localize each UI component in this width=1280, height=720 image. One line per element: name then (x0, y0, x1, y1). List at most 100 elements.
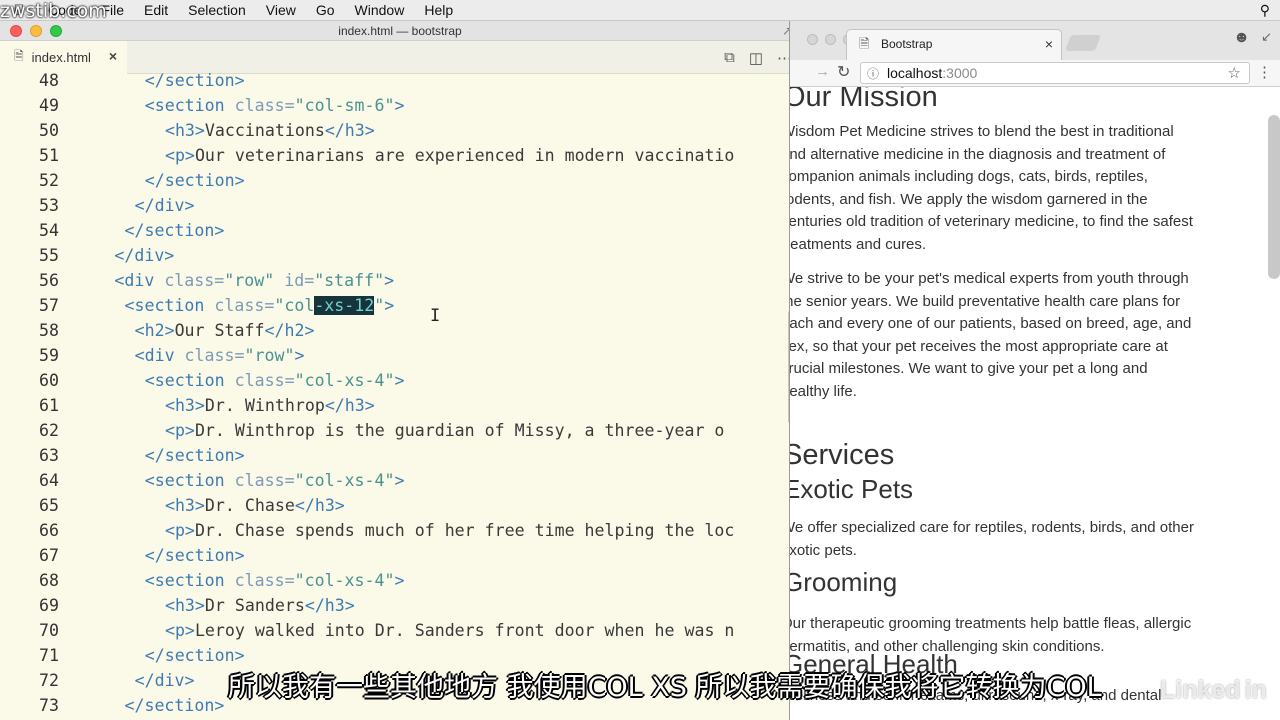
code-line[interactable]: 69 <h3>Dr Sanders</h3> (0, 593, 800, 618)
code-text: <div class="row" id="staff"> (114, 268, 394, 293)
code-token: "col-sm-6" (294, 96, 395, 115)
code-token: </section> (144, 646, 245, 665)
linkedin-logo: Linked in (1160, 674, 1271, 706)
page-scrollbar[interactable] (1268, 115, 1280, 279)
page-paragraph: We strive to be your pet's medical exper… (790, 268, 1261, 404)
line-number: 67 (39, 546, 59, 565)
line-number: 63 (39, 446, 59, 465)
code-line[interactable]: 63 </section> (0, 443, 800, 468)
code-line[interactable]: 54 </section> (0, 218, 800, 243)
menu-selection[interactable]: Selection (178, 0, 256, 21)
code-token: <section (144, 371, 235, 390)
line-number: 54 (39, 221, 59, 240)
code-text: </section> (145, 168, 245, 193)
code-text: </div> (135, 193, 195, 218)
code-text: <h3>Vaccinations</h3> (165, 118, 375, 143)
line-number: 69 (39, 596, 59, 615)
bookmark-star-icon[interactable]: ☆ (1228, 64, 1241, 82)
code-line[interactable]: 55 </div> (0, 243, 800, 268)
code-token: </section> (144, 546, 245, 565)
split-editor-icon[interactable]: ◫ (749, 49, 763, 67)
code-token: </section> (124, 221, 225, 240)
menu-view[interactable]: View (256, 0, 306, 21)
code-token: <p> (164, 621, 195, 640)
browser-menu-icon[interactable]: ⋮ (1257, 63, 1272, 81)
close-tab-icon[interactable]: × (1045, 30, 1053, 58)
page-icon: 🗎 (859, 36, 870, 51)
code-text: </section> (124, 693, 224, 718)
code-line[interactable]: 56 <div class="row" id="staff"> (0, 268, 800, 293)
code-line[interactable]: 64 <section class="col-xs-4"> (0, 468, 800, 493)
minimize-window-button[interactable] (30, 25, 42, 37)
code-token: " (374, 296, 385, 315)
close-window-button[interactable] (10, 25, 22, 37)
window-controls (10, 25, 62, 37)
code-area[interactable]: 48 </section> 49 <section class="col-sm-6">… (0, 71, 800, 720)
code-text: </section> (145, 543, 245, 568)
reload-icon[interactable]: ↻ (837, 62, 850, 82)
code-line[interactable]: 65 <h3>Dr. Chase</h3> (0, 493, 800, 518)
code-line[interactable]: 53 </div> (0, 193, 800, 218)
spotlight-search-icon[interactable]: ⚲ (1260, 2, 1270, 19)
code-line[interactable]: 60 <section class="col-xs-4"> (0, 368, 800, 393)
info-icon[interactable]: ⓘ (867, 65, 879, 82)
code-line[interactable]: 68 <section class="col-xs-4"> (0, 568, 800, 593)
code-line[interactable]: 70 <p>Leroy walked into Dr. Sanders front… (0, 618, 800, 643)
code-line[interactable]: 61 <h3>Dr. Winthrop</h3> (0, 393, 800, 418)
open-preview-icon[interactable]: ⧉ (724, 49, 735, 66)
code-token: <h3> (164, 121, 205, 140)
browser-tab-bootstrap[interactable]: 🗎 Bootstrap × (846, 29, 1062, 60)
code-token: <p> (164, 521, 195, 540)
code-token: </div> (134, 671, 195, 690)
paragraph-line: We offer specialized care for reptiles, … (790, 519, 1194, 536)
code-text: <h3>Dr. Chase</h3> (165, 493, 345, 518)
code-text: </section> (145, 443, 245, 468)
code-line[interactable]: 59 <div class="row"> (0, 343, 800, 368)
code-token: </h2> (264, 321, 315, 340)
code-text: </section> (145, 68, 245, 93)
code-token: <p> (164, 146, 195, 165)
code-line[interactable]: 58 <h2>Our Staff</h2> (0, 318, 800, 343)
code-text: <h2>Our Staff</h2> (135, 318, 315, 343)
code-line[interactable]: 62 <p>Dr. Winthrop is the guardian of Mis… (0, 418, 800, 443)
paragraph-line: companion animals including dogs, cats, … (790, 168, 1148, 186)
close-tab-icon[interactable]: × (109, 48, 117, 64)
browser-minimize-button[interactable] (825, 34, 836, 45)
paragraph-line: the senior years. We build preventative … (790, 292, 1181, 310)
code-token: class= (234, 471, 295, 490)
new-tab-button[interactable] (1065, 35, 1101, 51)
line-number: 55 (39, 246, 59, 265)
code-text: <div class="row"> (135, 343, 305, 368)
menu-help[interactable]: Help (414, 0, 463, 21)
profile-icon[interactable]: ☻ (1233, 29, 1250, 47)
browser-close-button[interactable] (807, 34, 818, 45)
code-token: <p> (164, 421, 195, 440)
code-token: </div> (134, 196, 195, 215)
code-token: class= (164, 271, 225, 290)
url-text: localhost:3000 (887, 65, 977, 81)
page-heading: Services (790, 439, 895, 471)
code-line[interactable]: 51 <p>Our veterinarians are experienced i… (0, 143, 800, 168)
browser-toolbar: → ↻ ⓘ localhost:3000 ☆ ⋮ (790, 60, 1280, 87)
zoom-window-button[interactable] (50, 25, 62, 37)
code-line[interactable]: 57 <section class="col-xs-12"> (0, 293, 800, 318)
forward-icon[interactable]: → (815, 63, 830, 80)
code-token: </h3> (304, 596, 355, 615)
code-line[interactable]: 48 </section> (0, 68, 800, 93)
menu-go[interactable]: Go (306, 0, 345, 21)
code-line[interactable]: 50 <h3>Vaccinations</h3> (0, 118, 800, 143)
browser-tab-title: Bootstrap (881, 37, 933, 51)
code-text: <section class="col-sm-6"> (145, 93, 405, 118)
code-line[interactable]: 67 </section> (0, 543, 800, 568)
code-token: > (384, 296, 395, 315)
code-token: Dr. Winthrop (204, 396, 325, 415)
code-line[interactable]: 52 </section> (0, 168, 800, 193)
window-restore-icon[interactable]: ↙ (1261, 29, 1272, 45)
code-line[interactable]: 66 <p>Dr. Chase spends much of her free t… (0, 518, 800, 543)
menu-edit[interactable]: Edit (134, 0, 178, 21)
code-token: Our Staff (174, 321, 265, 340)
code-line[interactable]: 49 <section class="col-sm-6"> (0, 93, 800, 118)
menu-window[interactable]: Window (345, 0, 415, 21)
address-bar[interactable]: ⓘ localhost:3000 ☆ (860, 62, 1250, 84)
web-page-content: Our Mission Wisdom Pet Medicine strives t… (790, 87, 1266, 720)
